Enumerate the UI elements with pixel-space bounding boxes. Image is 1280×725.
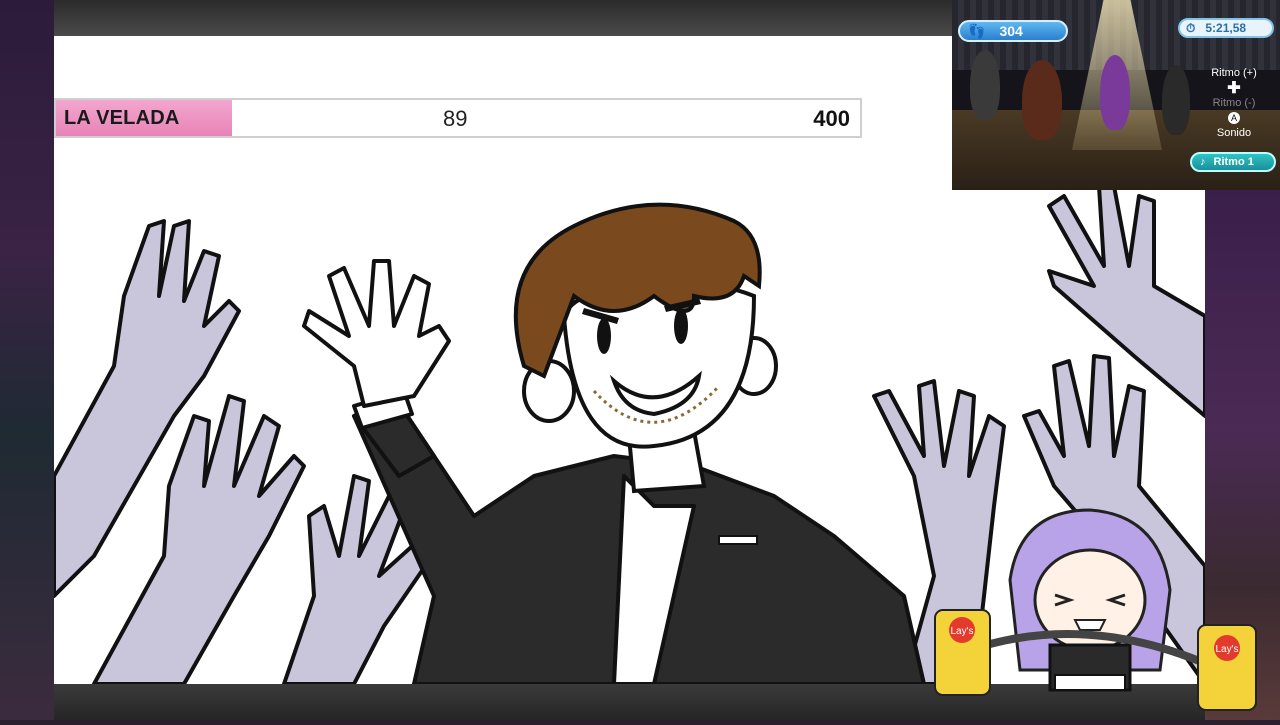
- mii-dancer-4: [1162, 65, 1190, 135]
- goal-current-value: 89: [443, 106, 468, 131]
- rhythm-down-label: Ritmo (-): [1212, 97, 1256, 109]
- mii-dancer-1: [970, 50, 1000, 120]
- sound-label: Sonido: [1216, 127, 1252, 139]
- goal-label: LA VELADA: [56, 100, 232, 136]
- top-window-bar: [54, 0, 952, 36]
- character-lapel-pin: [718, 535, 758, 545]
- game-timer-value: 5:21,58: [1205, 21, 1247, 35]
- rhythm-up-label: Ritmo (+): [1211, 67, 1257, 79]
- character-raised-hand: [302, 259, 451, 408]
- donation-goal-bar: LA VELADA 89 400: [54, 98, 862, 138]
- rhythm-pill-label: Ritmo 1: [1213, 156, 1254, 168]
- character-eye-left: [597, 318, 611, 354]
- chips-bag-left: Lay's: [934, 609, 991, 696]
- mii-dancer-2: [1022, 60, 1062, 140]
- avatar-skirt: [1054, 674, 1126, 691]
- chips-brand-right: Lay's: [1215, 644, 1238, 655]
- game-timer-pill: ⏱ 5:21,58: [1178, 18, 1274, 38]
- dpad-icon: ✚: [1227, 80, 1241, 97]
- game-controls-hint: Ritmo (+) ✚ Ritmo (-) A Sonido: [1192, 66, 1276, 141]
- rhythm-pill: ♪ Ritmo 1: [1190, 152, 1276, 172]
- chibi-avatar-overlay: Lay's Lay's: [930, 500, 1270, 720]
- chips-bag-right: Lay's: [1197, 624, 1257, 711]
- clock-icon: ⏱: [1186, 20, 1196, 35]
- game-score-value: 304: [999, 23, 1023, 39]
- a-button-icon: A: [1228, 112, 1240, 124]
- avatar-mouth: [1073, 619, 1107, 631]
- mii-dancer-center: [1100, 55, 1130, 130]
- left-room-background: [0, 0, 54, 720]
- game-score-pill: 👣 304: [958, 20, 1068, 42]
- game-capture-panel: 👣 304 ⏱ 5:21,58 Ritmo (+) ✚ Ritmo (-) A …: [952, 0, 1280, 190]
- music-note-icon: ♪: [1200, 156, 1206, 168]
- character-eye-right: [674, 308, 688, 344]
- footprint-icon: 👣: [968, 22, 986, 39]
- chips-brand-left: Lay's: [950, 626, 973, 637]
- goal-target-value: 400: [813, 106, 850, 131]
